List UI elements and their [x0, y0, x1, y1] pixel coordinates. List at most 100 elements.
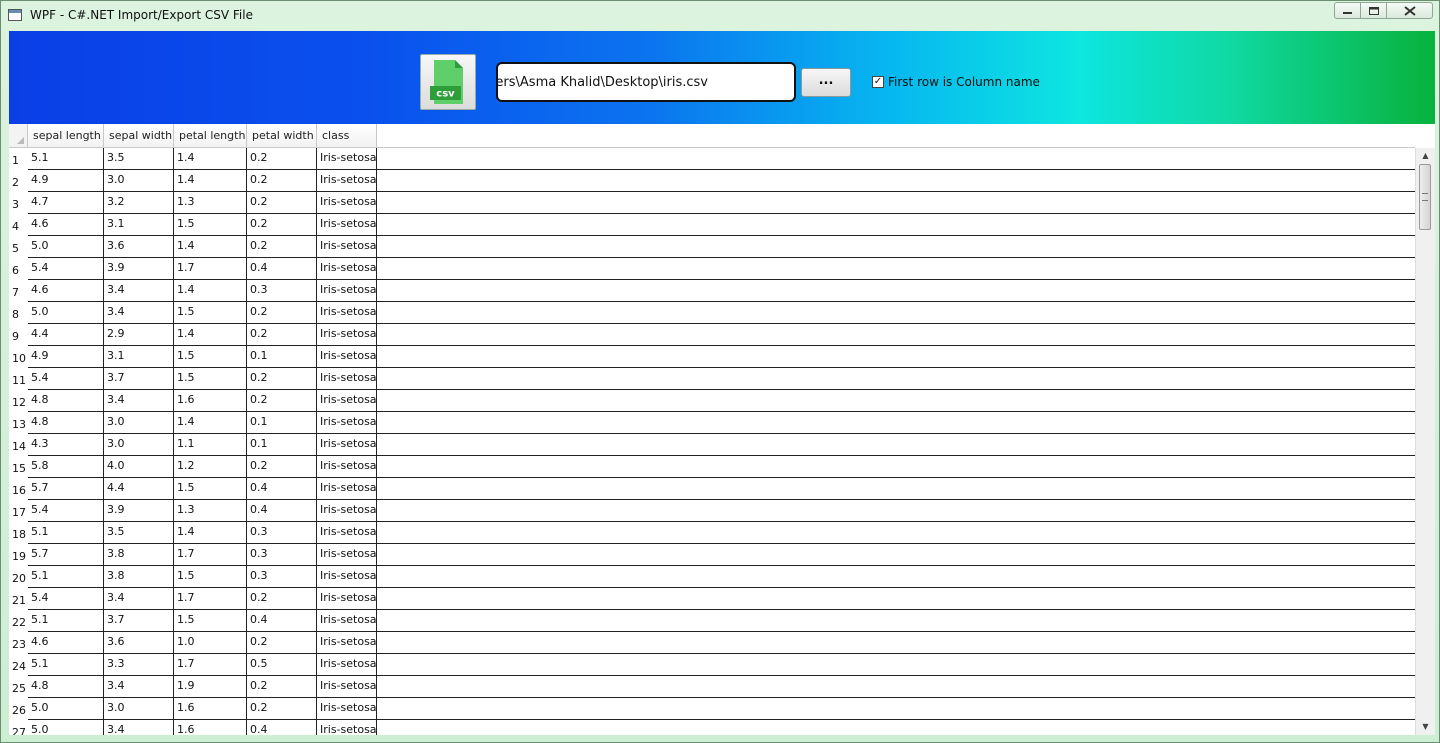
cell-petal-width[interactable]: 0.2 [247, 698, 317, 719]
column-header-sepal-length[interactable]: sepal length [28, 124, 104, 148]
file-path-input[interactable]: ers\Asma Khalid\Desktop\iris.csv [496, 62, 796, 102]
select-all-corner[interactable] [9, 124, 28, 148]
row-header[interactable]: 2 [9, 170, 28, 192]
csv-file-button[interactable]: csv [420, 54, 476, 110]
table-row[interactable]: 8 5.0 3.4 1.5 0.2 Iris-setosa [9, 302, 1415, 324]
cell-sepal-length[interactable]: 5.4 [28, 258, 104, 279]
table-row[interactable]: 22 5.1 3.7 1.5 0.4 Iris-setosa [9, 610, 1415, 632]
cell-sepal-length[interactable]: 4.4 [28, 324, 104, 345]
row-header[interactable]: 17 [9, 500, 28, 522]
cell-class[interactable]: Iris-setosa [317, 434, 377, 455]
cell-sepal-width[interactable]: 3.6 [104, 236, 174, 257]
cell-sepal-width[interactable]: 3.8 [104, 544, 174, 565]
cell-sepal-length[interactable]: 5.4 [28, 588, 104, 609]
scrollbar-thumb[interactable] [1419, 164, 1431, 230]
table-row[interactable]: 5 5.0 3.6 1.4 0.2 Iris-setosa [9, 236, 1415, 258]
cell-petal-length[interactable]: 1.5 [174, 368, 247, 389]
row-header[interactable]: 16 [9, 478, 28, 500]
cell-petal-length[interactable]: 1.6 [174, 390, 247, 411]
cell-petal-width[interactable]: 0.3 [247, 544, 317, 565]
minimize-button[interactable] [1334, 2, 1361, 19]
cell-sepal-width[interactable]: 3.1 [104, 214, 174, 235]
cell-sepal-width[interactable]: 3.2 [104, 192, 174, 213]
cell-sepal-length[interactable]: 5.4 [28, 368, 104, 389]
cell-class[interactable]: Iris-setosa [317, 192, 377, 213]
row-header[interactable]: 8 [9, 302, 28, 324]
cell-sepal-length[interactable]: 5.0 [28, 720, 104, 735]
cell-petal-length[interactable]: 1.4 [174, 522, 247, 543]
cell-sepal-width[interactable]: 3.5 [104, 148, 174, 169]
cell-sepal-length[interactable]: 4.3 [28, 434, 104, 455]
cell-sepal-length[interactable]: 5.1 [28, 654, 104, 675]
row-header[interactable]: 15 [9, 456, 28, 478]
cell-class[interactable]: Iris-setosa [317, 214, 377, 235]
row-header[interactable]: 13 [9, 412, 28, 434]
cell-sepal-length[interactable]: 4.8 [28, 676, 104, 697]
cell-class[interactable]: Iris-setosa [317, 698, 377, 719]
cell-sepal-length[interactable]: 5.4 [28, 500, 104, 521]
first-row-checkbox[interactable]: ✓ [872, 76, 884, 88]
cell-petal-width[interactable]: 0.1 [247, 346, 317, 367]
column-header-sepal-width[interactable]: sepal width [104, 124, 174, 148]
cell-class[interactable]: Iris-setosa [317, 170, 377, 191]
table-row[interactable]: 11 5.4 3.7 1.5 0.2 Iris-setosa [9, 368, 1415, 390]
cell-sepal-length[interactable]: 4.8 [28, 412, 104, 433]
row-header[interactable]: 23 [9, 632, 28, 654]
table-row[interactable]: 25 4.8 3.4 1.9 0.2 Iris-setosa [9, 676, 1415, 698]
cell-sepal-width[interactable]: 3.9 [104, 258, 174, 279]
cell-petal-width[interactable]: 0.2 [247, 236, 317, 257]
cell-petal-width[interactable]: 0.4 [247, 478, 317, 499]
cell-class[interactable]: Iris-setosa [317, 346, 377, 367]
cell-petal-width[interactable]: 0.4 [247, 720, 317, 735]
row-header[interactable]: 1 [9, 148, 28, 170]
cell-petal-width[interactable]: 0.2 [247, 324, 317, 345]
cell-petal-length[interactable]: 1.7 [174, 544, 247, 565]
table-row[interactable]: 24 5.1 3.3 1.7 0.5 Iris-setosa [9, 654, 1415, 676]
cell-class[interactable]: Iris-setosa [317, 610, 377, 631]
first-row-checkbox-label[interactable]: First row is Column name [888, 75, 1040, 89]
row-header[interactable]: 19 [9, 544, 28, 566]
table-row[interactable]: 21 5.4 3.4 1.7 0.2 Iris-setosa [9, 588, 1415, 610]
cell-sepal-length[interactable]: 5.8 [28, 456, 104, 477]
cell-class[interactable]: Iris-setosa [317, 148, 377, 169]
cell-class[interactable]: Iris-setosa [317, 500, 377, 521]
cell-petal-width[interactable]: 0.3 [247, 566, 317, 587]
cell-class[interactable]: Iris-setosa [317, 368, 377, 389]
cell-sepal-width[interactable]: 3.7 [104, 368, 174, 389]
row-header[interactable]: 4 [9, 214, 28, 236]
cell-petal-width[interactable]: 0.3 [247, 522, 317, 543]
cell-petal-length[interactable]: 1.5 [174, 302, 247, 323]
cell-sepal-width[interactable]: 3.6 [104, 632, 174, 653]
table-row[interactable]: 14 4.3 3.0 1.1 0.1 Iris-setosa [9, 434, 1415, 456]
cell-class[interactable]: Iris-setosa [317, 632, 377, 653]
cell-petal-length[interactable]: 1.9 [174, 676, 247, 697]
table-row[interactable]: 18 5.1 3.5 1.4 0.3 Iris-setosa [9, 522, 1415, 544]
cell-class[interactable]: Iris-setosa [317, 324, 377, 345]
cell-sepal-length[interactable]: 5.1 [28, 610, 104, 631]
cell-petal-width[interactable]: 0.4 [247, 258, 317, 279]
table-row[interactable]: 17 5.4 3.9 1.3 0.4 Iris-setosa [9, 500, 1415, 522]
cell-class[interactable]: Iris-setosa [317, 280, 377, 301]
table-row[interactable]: 12 4.8 3.4 1.6 0.2 Iris-setosa [9, 390, 1415, 412]
cell-sepal-length[interactable]: 4.8 [28, 390, 104, 411]
cell-petal-length[interactable]: 1.5 [174, 610, 247, 631]
vertical-scrollbar[interactable]: ▲ ▼ [1415, 148, 1435, 735]
cell-petal-length[interactable]: 1.0 [174, 632, 247, 653]
cell-sepal-width[interactable]: 2.9 [104, 324, 174, 345]
cell-petal-width[interactable]: 0.2 [247, 676, 317, 697]
cell-sepal-width[interactable]: 3.9 [104, 500, 174, 521]
cell-petal-width[interactable]: 0.1 [247, 434, 317, 455]
row-header[interactable]: 3 [9, 192, 28, 214]
row-header[interactable]: 25 [9, 676, 28, 698]
cell-petal-width[interactable]: 0.2 [247, 148, 317, 169]
cell-sepal-length[interactable]: 4.6 [28, 280, 104, 301]
cell-class[interactable]: Iris-setosa [317, 676, 377, 697]
cell-sepal-width[interactable]: 3.4 [104, 390, 174, 411]
cell-petal-length[interactable]: 1.4 [174, 324, 247, 345]
cell-class[interactable]: Iris-setosa [317, 588, 377, 609]
cell-sepal-length[interactable]: 5.1 [28, 522, 104, 543]
cell-sepal-width[interactable]: 3.0 [104, 698, 174, 719]
cell-class[interactable]: Iris-setosa [317, 390, 377, 411]
cell-sepal-length[interactable]: 4.7 [28, 192, 104, 213]
row-header[interactable]: 9 [9, 324, 28, 346]
